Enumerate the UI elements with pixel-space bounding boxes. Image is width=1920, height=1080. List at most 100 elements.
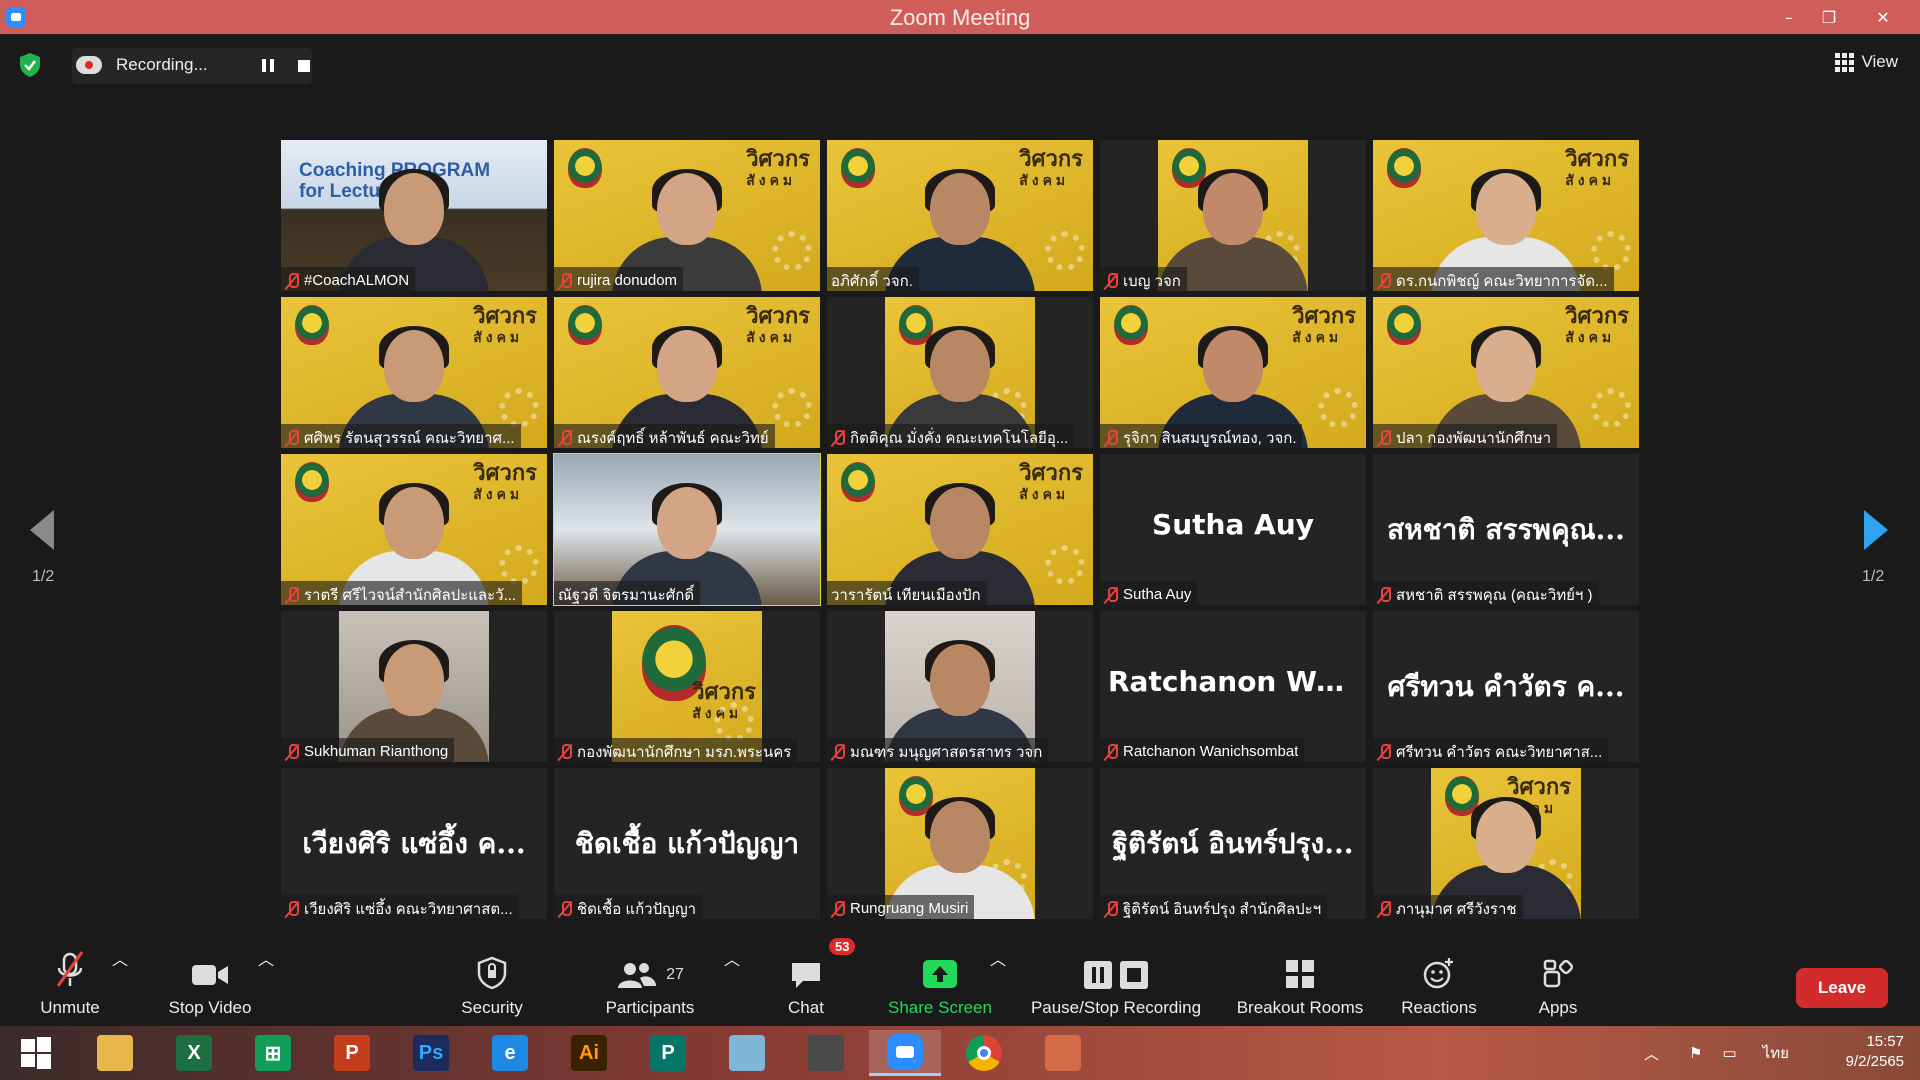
participants-count: 27 [666, 966, 684, 983]
show-hidden-icons-icon[interactable]: ︿ [1644, 1043, 1659, 1064]
brand-title: วิศวกร [1565, 303, 1629, 329]
participant-name: มณฑร มนุญศาสตรสาทร วจก [850, 743, 1043, 761]
university-crest-logo [1387, 305, 1421, 345]
participant-name-label: สหชาติ สรรพคุณ (คณะวิทย์ฯ ) [1373, 581, 1599, 605]
participant-tile[interactable]: มณฑร มนุญศาสตรสาทร วจก [827, 611, 1093, 762]
audio-options-caret-icon[interactable]: ︿ [112, 946, 128, 1026]
excel-icon: X [176, 1035, 212, 1071]
taskbar-notepad-button[interactable] [711, 1030, 783, 1076]
share-screen-button[interactable]: Share Screen [880, 946, 1000, 1026]
start-icon [18, 1035, 54, 1071]
restore-button[interactable]: ❐ [1806, 0, 1852, 34]
microphone-muted-icon [1104, 743, 1118, 761]
participant-tile[interactable]: เบญ วจก [1100, 140, 1366, 291]
taskbar-zoom-button[interactable] [869, 1030, 941, 1076]
participant-tile[interactable]: กิตติคุณ มั่งคั่ง คณะเทคโนโลยีอุ... [827, 297, 1093, 448]
reactions-button[interactable]: Reactions [1394, 946, 1484, 1026]
microphone-muted-icon [831, 743, 845, 761]
taskbar-photoscape-button[interactable] [790, 1030, 862, 1076]
grid-view-icon [1835, 52, 1855, 72]
taskbar-powerpoint-button[interactable]: P [316, 1030, 388, 1076]
participant-tile[interactable]: วิศวกรสังคมภานุมาศ ศรีวังราช [1373, 768, 1639, 919]
photoscape-icon [808, 1035, 844, 1071]
share-options-caret-icon[interactable]: ︿ [990, 946, 1006, 1026]
close-button[interactable]: ✕ [1860, 0, 1906, 34]
stop-video-button[interactable]: Stop Video [160, 946, 260, 1026]
participant-tile[interactable]: วิศวกร สังคม ศศิพร รัตนสุวรรณ์ คณะวิทยาศ..… [281, 297, 547, 448]
apps-button[interactable]: Apps [1528, 946, 1588, 1026]
participant-tile[interactable]: วิศวกร สังคม ราตรี ศรีไวจน์สำนักศิลปะและวั… [281, 454, 547, 605]
system-tray: ︿ ⚑ ▭ ไทย [1644, 1026, 1789, 1080]
participant-name-label: ราตรี ศรีไวจน์สำนักศิลปะและวั... [281, 581, 523, 605]
participant-tile[interactable]: Sukhuman Rianthong [281, 611, 547, 762]
participant-name-label: เบญ วจก [1100, 267, 1187, 291]
participant-tile[interactable]: ณัฐวดี จิตรมานะศักดิ์ [553, 453, 821, 606]
taskbar-illustrator-button[interactable]: Ai [553, 1030, 625, 1076]
microphone-muted-icon [1377, 429, 1391, 447]
participant-tile[interactable]: Sutha Auy Sutha Auy [1100, 454, 1366, 605]
taskbar-photoshop-button[interactable]: Ps [395, 1030, 467, 1076]
participant-tile[interactable]: วิศวกร สังคม กองพัฒนานักศึกษา มรภ.พระนคร [554, 611, 820, 762]
leave-button[interactable]: Leave [1796, 968, 1888, 1008]
participant-tile[interactable]: วิศวกร สังคม ดร.กนกพิชญ์ คณะวิทยาการจัด... [1373, 140, 1639, 291]
participant-name-label: ศศิพร รัตนสุวรรณ์ คณะวิทยาศ... [281, 424, 521, 448]
brand-title: วิศวกร [692, 679, 756, 705]
participant-name-label: ปลา กองพัฒนานักศึกษา [1373, 424, 1558, 448]
participant-tile[interactable]: ศรีทวน คำวัตร ค... ศรีทวน คำวัตร คณะวิทยา… [1373, 611, 1639, 762]
windows-taskbar: X ⊞ P Ps e Ai P ︿ ⚑ ▭ ไทย 15:57 9/2/2565 [0, 1026, 1920, 1080]
pause-stop-recording-button[interactable]: Pause/Stop Recording [1022, 946, 1210, 1026]
participant-tile[interactable]: ฐิติรัตน์ อินทร์ปรุง... ฐิติรัตน์ อินทร์ป… [1100, 768, 1366, 919]
system-clock[interactable]: 15:57 9/2/2565 [1846, 1032, 1904, 1072]
participant-tile[interactable]: Ratchanon Wan... Ratchanon Wanichsombat [1100, 611, 1366, 762]
microphone-muted-icon [285, 272, 299, 290]
participant-name-label: เวียงศิริ แซ่อึ้ง คณะวิทยาศาสต... [281, 895, 519, 919]
participant-name: ราตรี ศรีไวจน์สำนักศิลปะและวั... [304, 586, 517, 604]
participant-tile[interactable]: วิศวกร สังคม ปลา กองพัฒนานักศึกษา [1373, 297, 1639, 448]
participants-icon [618, 963, 657, 988]
next-page-arrow-icon[interactable] [1862, 508, 1902, 552]
participant-tile[interactable]: วิศวกร สังคม วารารัตน์ เทียนเมืองปัก [827, 454, 1093, 605]
participant-tile[interactable]: Rungruang Musiri [827, 768, 1093, 919]
input-language-indicator[interactable]: ไทย [1763, 1041, 1789, 1065]
pause-recording-icon[interactable] [258, 56, 278, 76]
microphone-muted-icon [285, 429, 299, 447]
participant-tile[interactable]: เวียงศิริ แซ่อึ้ง ค... เวียงศิริ แซ่อึ้ง … [281, 768, 547, 919]
edge-glyph: e [504, 1041, 516, 1064]
participants-button[interactable]: 27 Participants [598, 946, 702, 1026]
participant-tile[interactable]: Coaching PROGRAM for Lecturer #CoachALMON [281, 140, 547, 291]
notepad-icon [729, 1035, 765, 1071]
taskbar-excel-button[interactable]: X [158, 1030, 230, 1076]
security-button[interactable]: Security [450, 946, 534, 1026]
taskbar-sheets-button[interactable]: ⊞ [237, 1030, 309, 1076]
network-icon[interactable]: ▭ [1722, 1044, 1736, 1062]
participant-name: กองพัฒนานักศึกษา มรภ.พระนคร [577, 743, 792, 761]
pause-stop-recording-label: Pause/Stop Recording [1030, 998, 1202, 1017]
video-options-caret-icon[interactable]: ︿ [258, 946, 274, 1026]
unmute-button[interactable]: Unmute [30, 946, 110, 1026]
breakout-rooms-button[interactable]: Breakout Rooms [1230, 946, 1370, 1026]
participant-name: ปลา กองพัฒนานักศึกษา [1396, 429, 1552, 447]
action-center-flag-icon[interactable]: ⚑ [1689, 1044, 1702, 1062]
stop-recording-icon[interactable] [298, 60, 310, 72]
participant-tile[interactable]: วิศวกร สังคม ณรงค์ฤทธิ์ หล้าพันธ์ คณะวิทย์ [554, 297, 820, 448]
previous-page-arrow-icon[interactable] [26, 508, 66, 552]
taskbar-start-button[interactable] [0, 1030, 72, 1076]
taskbar-photos-button[interactable] [1027, 1030, 1099, 1076]
taskbar-file-explorer-button[interactable] [79, 1030, 151, 1076]
participant-tile[interactable]: สหชาติ สรรพคุณ... สหชาติ สรรพคุณ (คณะวิทย… [1373, 454, 1639, 605]
participant-tile[interactable]: วิศวกร สังคม อภิศักดิ์ วจก. [827, 140, 1093, 291]
encryption-shield-icon[interactable] [18, 52, 42, 78]
taskbar-chrome-button[interactable] [948, 1030, 1020, 1076]
participant-tile[interactable]: วิศวกร สังคม rujira donudom [554, 140, 820, 291]
taskbar-publisher-button[interactable]: P [632, 1030, 704, 1076]
university-crest-logo [841, 462, 875, 502]
chat-button[interactable]: 53 Chat [776, 938, 856, 1026]
participant-name-label: #CoachALMON [281, 267, 416, 291]
gear-decoration-icon [1318, 388, 1358, 428]
participants-options-caret-icon[interactable]: ︿ [724, 946, 740, 1026]
participant-tile[interactable]: วิศวกร สังคม รุจิกา สินสมบูรณ์ทอง, วจก. [1100, 297, 1366, 448]
participant-tile[interactable]: ชิดเชื้อ แก้วปัญญา ชิดเชื้อ แก้วปัญญา [554, 768, 820, 919]
breakout-rooms-label: Breakout Rooms [1236, 998, 1364, 1017]
taskbar-edge-button[interactable]: e [474, 1030, 546, 1076]
view-button[interactable]: View [1835, 52, 1898, 72]
